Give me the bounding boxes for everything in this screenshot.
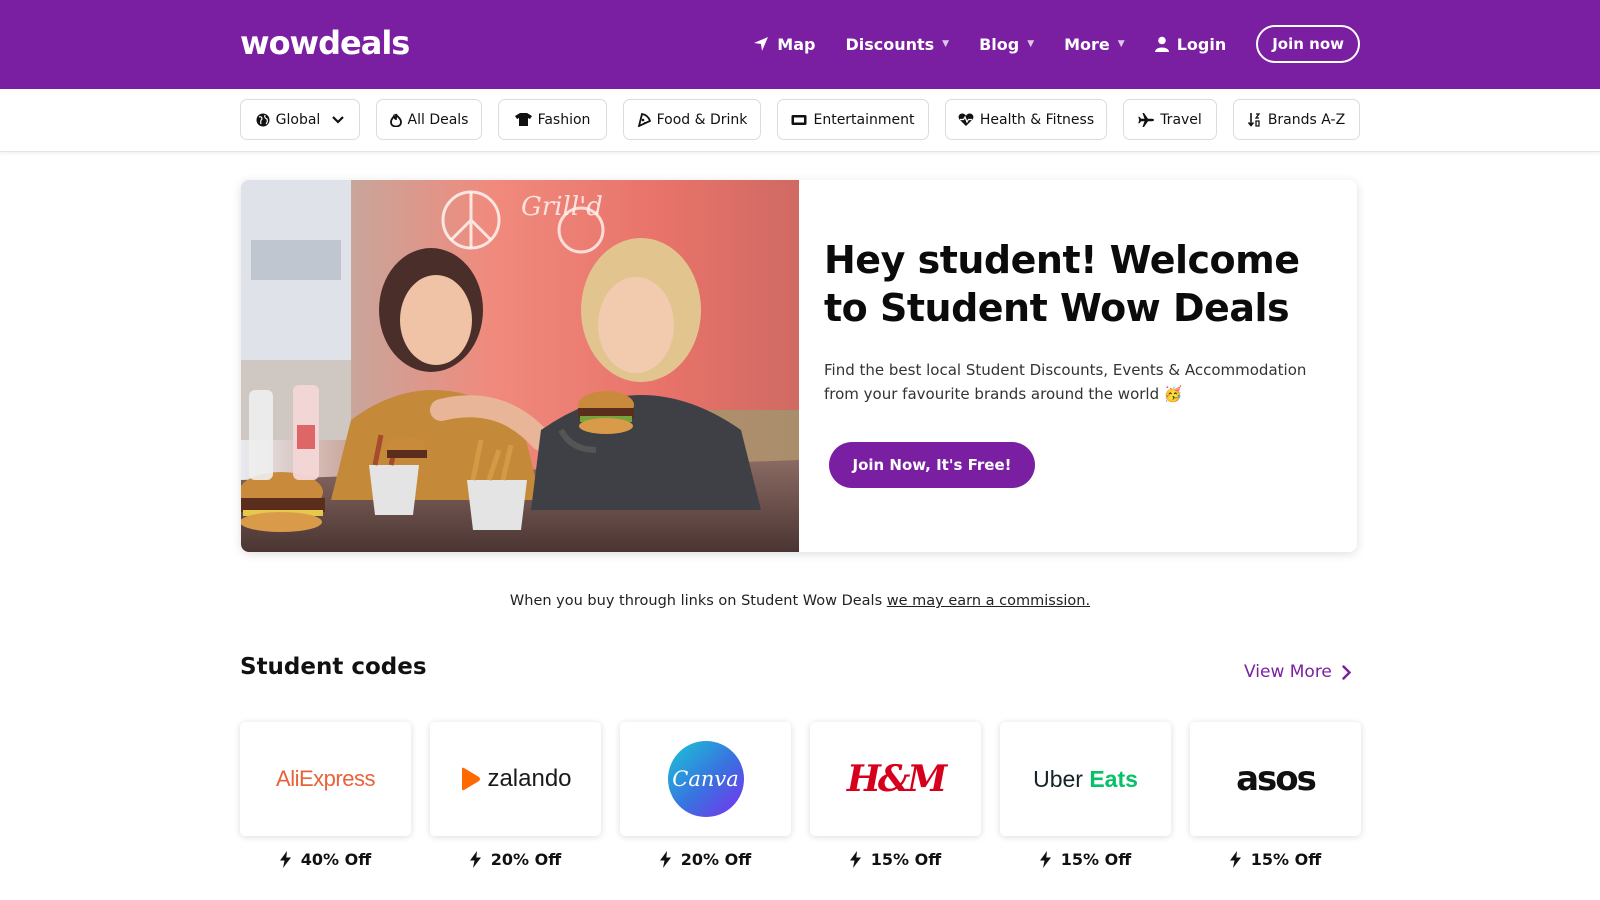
brand-card-hm[interactable]: H&M bbox=[810, 722, 981, 836]
bolt-icon bbox=[1229, 851, 1241, 868]
nav-more[interactable]: More ▼ bbox=[1064, 35, 1125, 54]
fire-icon bbox=[389, 112, 402, 127]
zalando-flag-icon bbox=[462, 767, 481, 791]
caret-down-icon: ▼ bbox=[942, 39, 950, 49]
ticket-icon bbox=[791, 114, 807, 125]
discount-label: 20% Off bbox=[680, 850, 752, 869]
sort-icon bbox=[1247, 112, 1261, 127]
discount-label: 40% Off bbox=[300, 850, 372, 869]
discount-canva: 20% Off bbox=[620, 850, 791, 869]
user-icon bbox=[1154, 36, 1169, 52]
bolt-icon bbox=[849, 851, 861, 868]
nav-blog[interactable]: Blog ▼ bbox=[979, 35, 1034, 54]
category-all-deals[interactable]: All Deals bbox=[376, 99, 482, 140]
brand-card-uber-eats[interactable]: Uber Eats bbox=[1000, 722, 1171, 836]
category-label: Health & Fitness bbox=[979, 111, 1095, 128]
nav-blog-label: Blog bbox=[979, 34, 1020, 54]
discount-label: 20% Off bbox=[490, 850, 562, 869]
affiliate-disclaimer: When you buy through links on Student Wo… bbox=[0, 593, 1600, 609]
discount-aliexpress: 40% Off bbox=[240, 850, 411, 869]
discount-hm: 15% Off bbox=[810, 850, 981, 869]
category-travel[interactable]: Travel bbox=[1123, 99, 1217, 140]
discount-zalando: 20% Off bbox=[430, 850, 601, 869]
discount-label: 15% Off bbox=[1250, 850, 1322, 869]
brand-card-canva[interactable]: Canva bbox=[620, 722, 791, 836]
svg-text:Grill'd: Grill'd bbox=[521, 192, 603, 222]
brand-card-zalando[interactable]: zalando bbox=[430, 722, 601, 836]
category-food-drink[interactable]: Food & Drink bbox=[623, 99, 761, 140]
discount-label: 15% Off bbox=[870, 850, 942, 869]
aliexpress-logo: AliExpress bbox=[276, 766, 375, 791]
category-label: Global bbox=[275, 111, 321, 128]
category-bar: Global All Deals Fashion Food & Drink En… bbox=[0, 89, 1600, 152]
heartbeat-icon bbox=[958, 113, 974, 126]
category-label: All Deals bbox=[407, 111, 469, 128]
bolt-icon bbox=[469, 851, 481, 868]
caret-down-icon: ▼ bbox=[1117, 39, 1125, 49]
join-now-button[interactable]: Join now bbox=[1256, 25, 1360, 63]
nav-more-label: More bbox=[1064, 34, 1110, 54]
student-codes-title: Student codes bbox=[240, 654, 427, 680]
wowdeals-logo[interactable]: wowdeals bbox=[240, 24, 410, 62]
hero-photo: Grill'd bbox=[241, 180, 799, 552]
hero-card: Grill'd Hey student! Welcome to Student … bbox=[241, 180, 1357, 552]
brand-card-asos[interactable]: asos bbox=[1190, 722, 1361, 836]
bolt-icon bbox=[659, 851, 671, 868]
disclaimer-text: When you buy through links on Student Wo… bbox=[509, 593, 887, 609]
category-entertainment[interactable]: Entertainment bbox=[777, 99, 929, 140]
plane-icon bbox=[1138, 112, 1155, 127]
hero-title: Hey student! Welcome to Student Wow Deal… bbox=[824, 238, 1300, 330]
caret-down-icon: ▼ bbox=[1027, 39, 1035, 49]
category-brands-az[interactable]: Brands A-Z bbox=[1233, 99, 1360, 140]
join-free-button[interactable]: Join Now, It's Free! bbox=[829, 442, 1035, 488]
hero-description: Find the best local Student Discounts, E… bbox=[824, 361, 1307, 403]
category-health-fitness[interactable]: Health & Fitness bbox=[945, 99, 1107, 140]
nav-map[interactable]: Map bbox=[753, 35, 815, 54]
hm-logo: H&M bbox=[846, 758, 947, 800]
category-label: Fashion bbox=[537, 111, 591, 128]
nav-discounts-label: Discounts bbox=[845, 34, 935, 54]
shirt-icon bbox=[514, 113, 532, 126]
discount-uber-eats: 15% Off bbox=[1000, 850, 1171, 869]
category-global[interactable]: Global bbox=[240, 99, 360, 140]
nav-discounts[interactable]: Discounts ▼ bbox=[845, 35, 949, 54]
category-label: Brands A-Z bbox=[1267, 111, 1346, 128]
uber-eats-logo: Uber Eats bbox=[1033, 765, 1138, 792]
canva-logo: Canva bbox=[672, 767, 739, 791]
pizza-icon bbox=[637, 112, 651, 127]
hero-image: Grill'd bbox=[241, 180, 799, 552]
main-nav: Map Discounts ▼ Blog ▼ More ▼ Login Join… bbox=[723, 25, 1360, 63]
discount-asos: 15% Off bbox=[1190, 850, 1361, 869]
brand-card-aliexpress[interactable]: AliExpress bbox=[240, 722, 411, 836]
nav-login-label: Login bbox=[1176, 34, 1227, 54]
globe-icon bbox=[256, 113, 270, 126]
view-more-label: View More bbox=[1244, 662, 1332, 682]
category-fashion[interactable]: Fashion bbox=[498, 99, 607, 140]
chevron-down-icon bbox=[332, 115, 345, 124]
bolt-icon bbox=[1039, 851, 1051, 868]
bolt-icon bbox=[279, 851, 291, 868]
zalando-logo: zalando bbox=[487, 765, 572, 792]
location-arrow-icon bbox=[754, 37, 769, 51]
category-label: Travel bbox=[1160, 111, 1202, 128]
commission-link[interactable]: we may earn a commission. bbox=[887, 593, 1090, 609]
asos-logo: asos bbox=[1236, 759, 1317, 799]
top-navbar: wowdeals Map Discounts ▼ Blog ▼ More ▼ L… bbox=[0, 0, 1600, 89]
discount-label: 15% Off bbox=[1060, 850, 1132, 869]
category-label: Food & Drink bbox=[656, 111, 748, 128]
nav-login[interactable]: Login bbox=[1154, 34, 1227, 54]
chevron-right-icon bbox=[1342, 664, 1351, 680]
category-label: Entertainment bbox=[813, 111, 915, 128]
view-more-link[interactable]: View More bbox=[1244, 662, 1351, 682]
nav-map-label: Map bbox=[777, 34, 816, 54]
